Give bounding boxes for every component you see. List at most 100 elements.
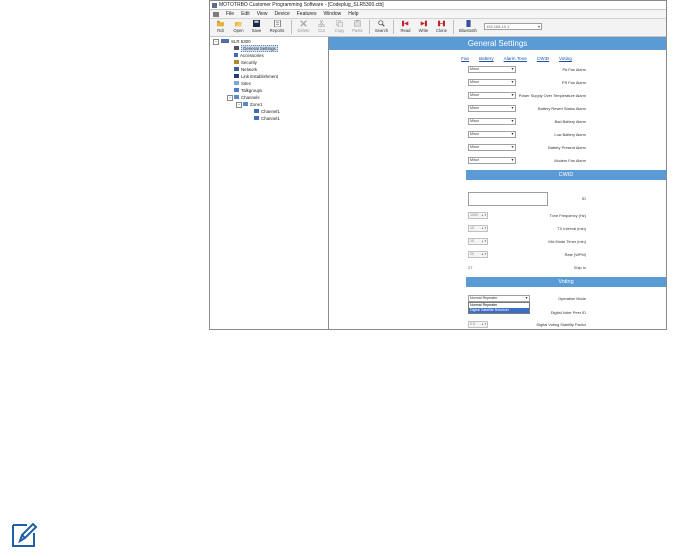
search-button[interactable]: Search xyxy=(373,19,390,36)
tree-item-link-establishment[interactable]: Link Establishment xyxy=(234,73,278,79)
bluetooth-icon xyxy=(465,20,471,27)
chevron-down-icon: ▼ xyxy=(510,80,515,84)
tone-frequency-spinner[interactable]: 1000 ▲▼ xyxy=(468,212,488,219)
save-icon xyxy=(253,20,260,27)
link-cwid[interactable]: CWID xyxy=(537,56,549,61)
battery-revert-status-select[interactable]: Minor ▼ xyxy=(468,105,516,112)
voting-stability-spinner[interactable]: 0.5 ▲▼ xyxy=(468,321,488,328)
tree-root[interactable]: SLR 5300 xyxy=(221,38,251,44)
chevron-down-icon: ▼ xyxy=(524,296,529,300)
collapse-icon[interactable]: − xyxy=(213,39,219,45)
zone-icon xyxy=(243,102,248,106)
tree-item-channels[interactable]: Channels xyxy=(234,94,260,100)
rate-wpm-spinner[interactable]: 20 ▲▼ xyxy=(468,251,488,258)
delete-button[interactable]: Delete xyxy=(295,19,312,36)
menu-bar: File Edit View Device Features Window He… xyxy=(210,10,666,19)
bad-battery-select[interactable]: Minor ▼ xyxy=(468,118,516,125)
network-icon xyxy=(234,67,239,71)
link-voting[interactable]: Voting xyxy=(559,56,572,61)
reports-button[interactable]: Reports xyxy=(266,19,288,36)
ps-fan-alarm-row: PS Fan Alarm Minor ▼ xyxy=(468,79,586,86)
section-links: Fan Battery Alarm Tone CWID Voting xyxy=(367,56,666,61)
folder-icon xyxy=(217,20,224,27)
open-folder-icon xyxy=(235,22,242,27)
chevron-down-icon: ▼ xyxy=(510,93,515,97)
tree-item-zone1[interactable]: Zone1 xyxy=(243,101,262,107)
search-icon xyxy=(378,20,385,27)
spinner-arrows-icon: ▲▼ xyxy=(481,252,487,256)
chevron-down-icon: ▼ xyxy=(510,132,515,136)
window-title: MOTOTRBO Customer Programming Software -… xyxy=(219,2,384,8)
tree-item-accessories[interactable]: Accessories xyxy=(234,52,264,58)
read-icon xyxy=(402,20,409,27)
battery-present-select[interactable]: Minor ▼ xyxy=(468,144,516,151)
voting-banner: Voting xyxy=(466,277,666,287)
operation-mode-row: Operation Mode Normal Repeater ▼ xyxy=(468,295,586,302)
collapse-icon[interactable]: − xyxy=(227,95,233,101)
tx-interval-row: TX Interval (min) 15 ▲▼ xyxy=(468,225,586,232)
cwid-id-input[interactable] xyxy=(468,192,548,206)
link-fan[interactable]: Fan xyxy=(461,56,469,61)
tree-item-talkgroups[interactable]: Talkgroups xyxy=(234,87,262,93)
tree-item-network[interactable]: Network xyxy=(234,66,257,72)
copy-button[interactable]: Copy xyxy=(331,19,348,36)
rdt-button[interactable]: Rdt xyxy=(212,19,229,36)
toolbar: Rdt Open Save Reports Delete Cut Copy Pa… xyxy=(210,19,666,37)
open-button[interactable]: Open xyxy=(230,19,247,36)
chevron-down-icon: ▼ xyxy=(510,145,515,149)
tree-item-channel1-2[interactable]: Channel1 xyxy=(254,115,280,121)
ps-fan-alarm-select[interactable]: Minor ▼ xyxy=(468,79,516,86)
pa-fan-alarm-select[interactable]: Minor ▼ xyxy=(468,66,516,73)
cps-window: MOTOTRBO Customer Programming Software -… xyxy=(209,0,667,330)
read-button[interactable]: Read xyxy=(397,19,414,36)
menu-features[interactable]: Features xyxy=(297,11,317,17)
link-alarm-tone[interactable]: Alarm Tone xyxy=(504,56,527,61)
accessory-icon xyxy=(234,53,238,57)
mix-mode-timer-row: Mix Mode Timer (min) 15 ▲▼ xyxy=(468,238,586,245)
menu-app-icon[interactable] xyxy=(213,11,219,17)
chevron-down-icon: ▼ xyxy=(510,67,515,71)
power-supply-over-temp-select[interactable]: Minor ▼ xyxy=(468,92,516,99)
paste-button[interactable]: Paste xyxy=(349,19,366,36)
toolbar-separator xyxy=(369,20,370,34)
channel-icon xyxy=(254,116,259,120)
menu-edit[interactable]: Edit xyxy=(241,11,250,17)
tree-item-sites[interactable]: Sites xyxy=(234,80,251,86)
tree-item-security[interactable]: Security xyxy=(234,59,257,65)
modem-fan-select[interactable]: Minor ▼ xyxy=(468,157,516,164)
clone-button[interactable]: Clone xyxy=(433,19,450,36)
general-settings-banner: General Settings xyxy=(329,37,666,50)
cut-button[interactable]: Cut xyxy=(313,19,330,36)
menu-window[interactable]: Window xyxy=(323,11,341,17)
spinner-arrows-icon: ▲▼ xyxy=(481,322,487,326)
spinner-arrows-icon: ▲▼ xyxy=(481,239,487,243)
rate-wpm-row: Rate (WPM) 20 ▲▼ xyxy=(468,251,586,258)
bluetooth-button[interactable]: Bluetooth xyxy=(457,19,479,36)
pa-fan-alarm-row: PA Fan Alarm Minor ▼ xyxy=(468,66,586,73)
tree-item-general-settings[interactable]: General Settings xyxy=(234,44,278,52)
tx-interval-spinner[interactable]: 15 ▲▼ xyxy=(468,225,488,232)
device-combo[interactable]: 192.168.10.1 ▾ xyxy=(484,23,542,30)
toolbar-separator xyxy=(453,20,454,34)
operation-mode-select[interactable]: Normal Repeater ▼ xyxy=(468,295,530,302)
modem-fan-row: Modem Fan Alarm Minor ▼ xyxy=(468,157,586,164)
low-battery-row: Low Battery Alarm Minor ▼ xyxy=(468,131,586,138)
menu-help[interactable]: Help xyxy=(348,11,358,17)
talkgroup-icon xyxy=(234,88,239,92)
link-battery[interactable]: Battery xyxy=(479,56,494,61)
channel-icon xyxy=(254,109,259,113)
pencil-note-icon xyxy=(12,522,38,547)
clone-icon xyxy=(438,20,445,27)
menu-view[interactable]: View xyxy=(257,11,268,17)
tree-item-channel1[interactable]: Channel1 xyxy=(254,108,280,114)
save-button[interactable]: Save xyxy=(248,19,265,36)
write-button[interactable]: Write xyxy=(415,19,432,36)
mix-mode-timer-spinner[interactable]: 15 ▲▼ xyxy=(468,238,488,245)
spinner-arrows-icon: ▲▼ xyxy=(481,213,487,217)
menu-device[interactable]: Device xyxy=(274,11,289,17)
low-battery-select[interactable]: Minor ▼ xyxy=(468,131,516,138)
menu-file[interactable]: File xyxy=(226,11,234,17)
app-icon xyxy=(212,2,217,8)
delete-icon xyxy=(300,20,307,27)
collapse-icon[interactable]: − xyxy=(236,102,242,108)
